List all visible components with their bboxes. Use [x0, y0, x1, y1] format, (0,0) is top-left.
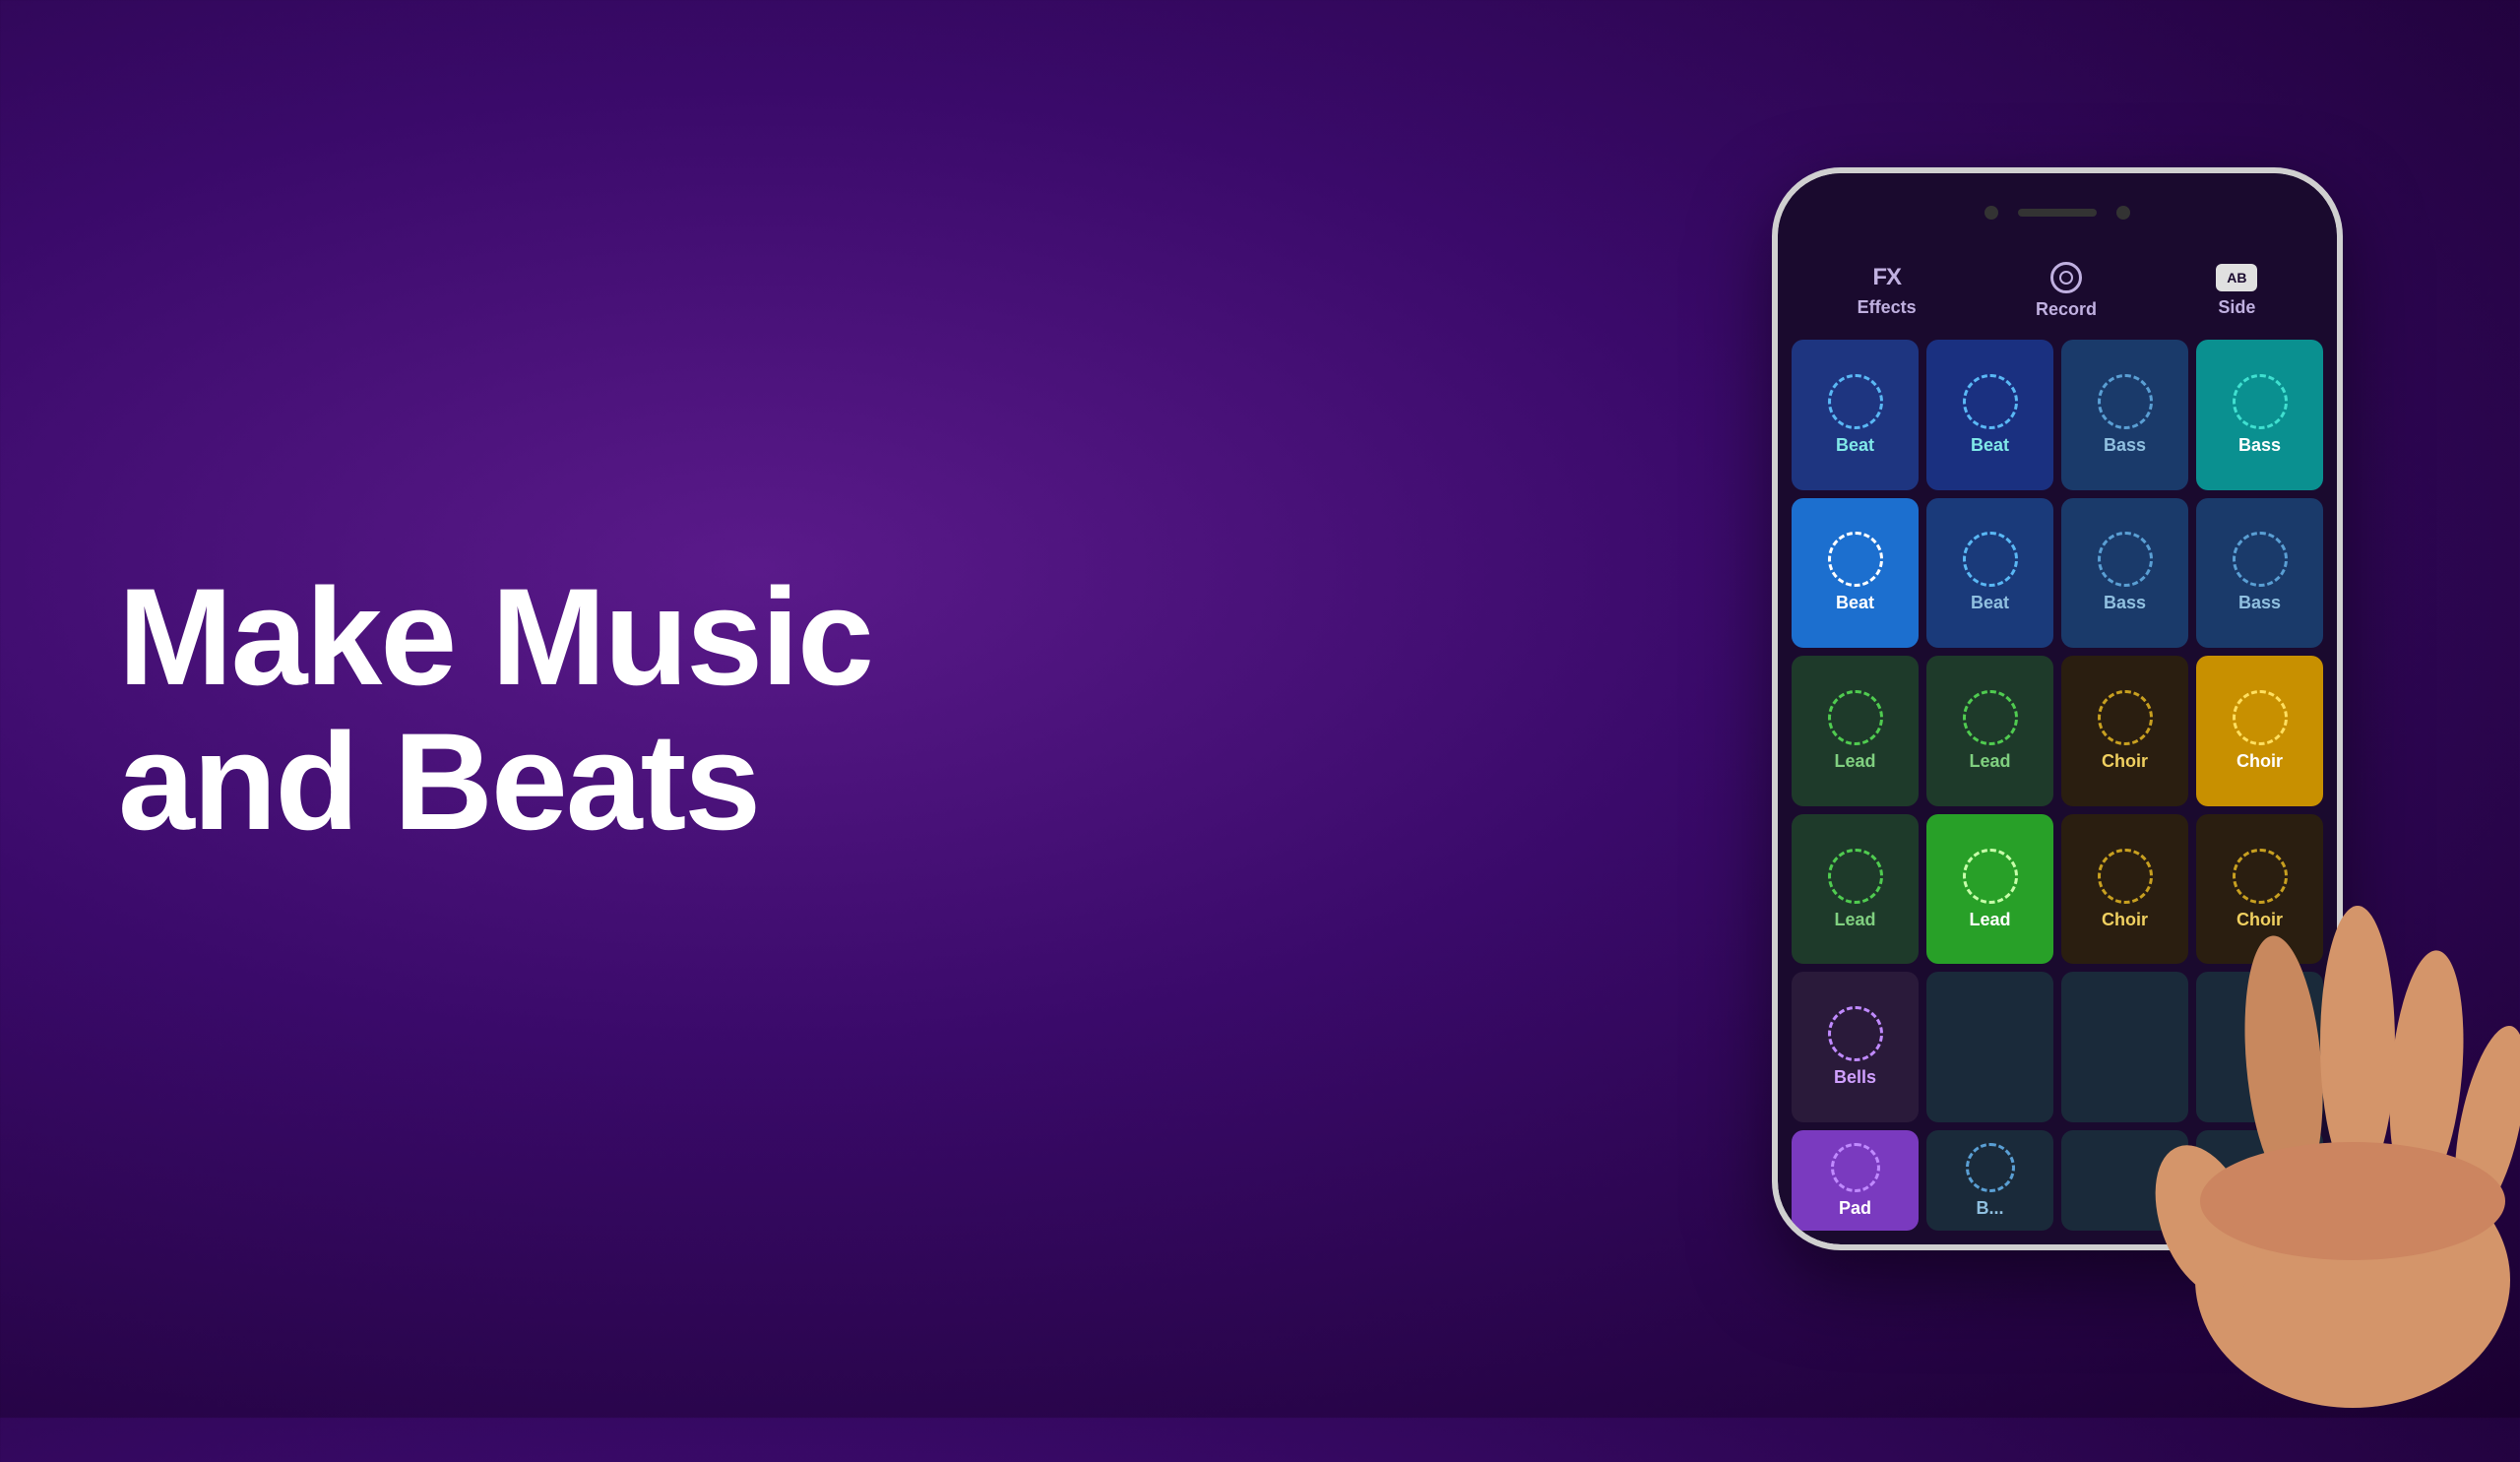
ab-icon: AB [2216, 264, 2257, 291]
pad-r5c4[interactable] [2196, 972, 2323, 1122]
pad-r1c1[interactable]: Beat [1792, 340, 1919, 490]
record-icon [2050, 262, 2082, 293]
pad-r2c1[interactable]: Beat [1792, 498, 1919, 649]
phone-top [1778, 173, 2337, 252]
side-button[interactable]: AB Side [2216, 264, 2257, 318]
pad-r3c2[interactable]: Lead [1926, 656, 2053, 806]
pad-circle-r1c3 [2098, 374, 2153, 429]
partial-circle-c2 [1966, 1143, 2015, 1192]
pad-r2c3[interactable]: Bass [2061, 498, 2188, 649]
speaker-bar [2018, 209, 2097, 217]
pad-r5c2[interactable] [1926, 972, 2053, 1122]
pad-label-r2c1: Beat [1836, 593, 1874, 613]
pad-circle-r3c2 [1963, 690, 2018, 745]
toolbar: FX Effects Record AB Side [1778, 252, 2337, 336]
record-button[interactable]: Record [2036, 262, 2097, 320]
pad-circle-r1c4 [2233, 374, 2288, 429]
pad-circle-r4c1 [1828, 849, 1883, 904]
pad-r1c2[interactable]: Beat [1926, 340, 2053, 490]
pad-grid: Beat Beat Bass Bass Beat Beat Bass Bass Lead Lead… [1778, 336, 2337, 1126]
pad-r4c4[interactable]: Choir [2196, 814, 2323, 965]
record-label: Record [2036, 299, 2097, 320]
pad-r4c1[interactable]: Lead [1792, 814, 1919, 965]
pad-circle-r2c4 [2233, 532, 2288, 587]
pad-partial-c4[interactable] [2196, 1130, 2323, 1231]
pad-r1c3[interactable]: Bass [2061, 340, 2188, 490]
headline-line1: Make Music [118, 559, 872, 714]
pad-r3c4[interactable]: Choir [2196, 656, 2323, 806]
right-section: FX Effects Record AB Side Beat Beat Bass Ba… [1634, 0, 2520, 1418]
pad-circle-r1c1 [1828, 374, 1883, 429]
pad-r2c2[interactable]: Beat [1926, 498, 2053, 649]
fx-icon: FX [1872, 264, 1901, 291]
pad-partial-c2[interactable]: B... [1926, 1130, 2053, 1231]
pad-r5c1[interactable]: Bells [1792, 972, 1919, 1122]
effects-label: Effects [1858, 297, 1917, 318]
camera-dot [1984, 206, 1998, 220]
headline: Make Music and Beats [118, 564, 872, 854]
pad-label-r1c4: Bass [2238, 435, 2281, 456]
pad-label-r1c3: Bass [2104, 435, 2146, 456]
pad-circle-r4c4 [2233, 849, 2288, 904]
pad-label-r3c3: Choir [2102, 751, 2148, 772]
pad-label-r4c3: Choir [2102, 910, 2148, 930]
partial-label-c1: Pad [1839, 1198, 1871, 1219]
pad-label-r4c2: Lead [1969, 910, 2010, 930]
pad-circle-r3c3 [2098, 690, 2153, 745]
pad-circle-r2c2 [1963, 532, 2018, 587]
camera-dot-right [2116, 206, 2130, 220]
pad-circle-r2c3 [2098, 532, 2153, 587]
pad-label-r4c4: Choir [2236, 910, 2283, 930]
pad-label-r2c3: Bass [2104, 593, 2146, 613]
pad-label-r3c4: Choir [2236, 751, 2283, 772]
pad-r5c3[interactable] [2061, 972, 2188, 1122]
pad-r3c3[interactable]: Choir [2061, 656, 2188, 806]
pad-label-r4c1: Lead [1834, 910, 1875, 930]
pad-label-r1c1: Beat [1836, 435, 1874, 456]
phone-inner: FX Effects Record AB Side Beat Beat Bass Ba… [1778, 173, 2337, 1244]
partial-row: Pad B... [1778, 1126, 2337, 1244]
side-label: Side [2218, 297, 2255, 318]
partial-circle-c1 [1831, 1143, 1880, 1192]
pad-partial-c3[interactable] [2061, 1130, 2188, 1231]
partial-label-c2: B... [1976, 1198, 2003, 1219]
pad-label-r3c2: Lead [1969, 751, 2010, 772]
pad-circle-r4c3 [2098, 849, 2153, 904]
pad-r4c3[interactable]: Choir [2061, 814, 2188, 965]
pad-r3c1[interactable]: Lead [1792, 656, 1919, 806]
pad-label-r5c1: Bells [1834, 1067, 1876, 1088]
record-inner [2059, 271, 2073, 285]
pad-circle-r2c1 [1828, 532, 1883, 587]
headline-line2: and Beats [118, 704, 759, 858]
pad-circle-r5c1 [1828, 1006, 1883, 1061]
pad-r1c4[interactable]: Bass [2196, 340, 2323, 490]
pad-label-r1c2: Beat [1971, 435, 2009, 456]
pad-circle-r4c2 [1963, 849, 2018, 904]
effects-button[interactable]: FX Effects [1858, 264, 1917, 318]
pad-label-r3c1: Lead [1834, 751, 1875, 772]
pad-circle-r3c1 [1828, 690, 1883, 745]
pad-partial-c1[interactable]: Pad [1792, 1130, 1919, 1231]
pad-r4c2[interactable]: Lead [1926, 814, 2053, 965]
pad-circle-r1c2 [1963, 374, 2018, 429]
left-section: Make Music and Beats [0, 564, 1634, 854]
pad-circle-r3c4 [2233, 690, 2288, 745]
pad-label-r2c2: Beat [1971, 593, 2009, 613]
pad-label-r2c4: Bass [2238, 593, 2281, 613]
phone-frame: FX Effects Record AB Side Beat Beat Bass Ba… [1772, 167, 2343, 1250]
pad-r2c4[interactable]: Bass [2196, 498, 2323, 649]
